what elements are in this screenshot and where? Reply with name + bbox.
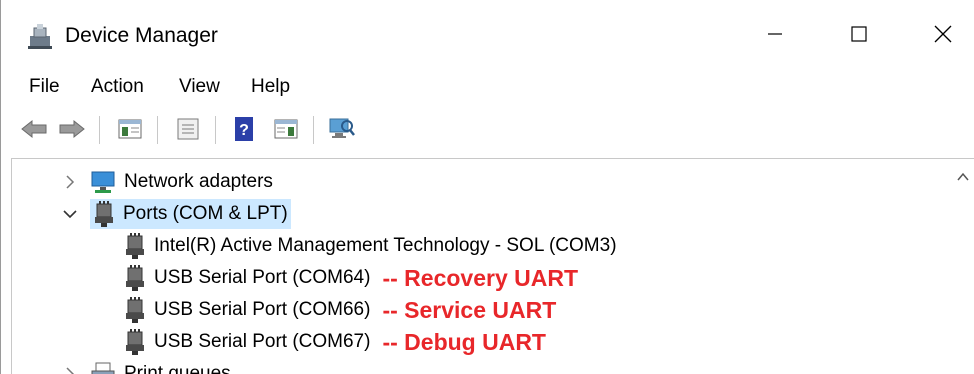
menu-view[interactable]: View: [179, 76, 220, 98]
scan-hardware-button[interactable]: [327, 114, 357, 144]
tree-item-com67[interactable]: USB Serial Port (COM67) -- Debug UART: [124, 327, 546, 357]
svg-text:?: ?: [239, 122, 249, 139]
port-connector-icon: [126, 265, 144, 291]
tree-item-print-queues[interactable]: Print queues: [62, 359, 231, 374]
title-bar[interactable]: Device Manager: [1, 0, 974, 70]
close-icon: [934, 25, 952, 43]
tree-item-ports[interactable]: Ports (COM & LPT): [62, 199, 291, 229]
chevron-right-icon[interactable]: [62, 366, 78, 374]
properties-icon: [177, 118, 199, 140]
annotation-service-uart: -- Service UART: [382, 296, 557, 323]
toolbar-separator: [99, 116, 100, 144]
tree-item-com66[interactable]: USB Serial Port (COM66) -- Service UART: [124, 295, 556, 325]
action-pane-button[interactable]: [271, 114, 301, 144]
port-connector-icon: [126, 329, 144, 355]
toolbar-separator: [215, 116, 216, 144]
printer-icon: [91, 362, 115, 374]
annotation-debug-uart: -- Debug UART: [382, 328, 546, 355]
chevron-down-icon[interactable]: [62, 206, 78, 222]
close-button[interactable]: [917, 16, 969, 52]
tree-item-label: Print queues: [124, 363, 231, 374]
forward-button[interactable]: [57, 114, 87, 144]
menu-file[interactable]: File: [29, 76, 60, 98]
device-manager-app-icon: [28, 24, 52, 49]
back-button[interactable]: [19, 114, 49, 144]
device-tree-pane[interactable]: Network adapters Ports (COM & LPT) Intel…: [11, 158, 974, 374]
port-connector-icon: [95, 201, 113, 227]
back-arrow-icon: [21, 119, 47, 139]
menu-bar: File Action View Help: [1, 70, 974, 106]
device-manager-window: Device Manager File Action View Help ? N…: [0, 0, 974, 374]
help-button[interactable]: ?: [229, 114, 259, 144]
show-hide-console-tree-icon: [118, 119, 142, 139]
tree-item-label: USB Serial Port (COM67): [154, 331, 371, 352]
window-title: Device Manager: [65, 24, 218, 47]
tree-item-com64[interactable]: USB Serial Port (COM64) -- Recovery UART: [124, 263, 578, 293]
tree-item-network-adapters[interactable]: Network adapters: [62, 167, 273, 197]
monitor-scan-icon: [329, 118, 355, 138]
minimize-icon: [768, 33, 782, 35]
tree-item-label: Intel(R) Active Management Technology - …: [154, 235, 617, 256]
tree-item-label-wrap: Ports (COM & LPT): [90, 199, 291, 229]
minimize-button[interactable]: [749, 16, 801, 52]
toolbar: ?: [1, 106, 974, 154]
maximize-icon: [851, 26, 867, 42]
tree-item-label: Network adapters: [124, 171, 273, 192]
help-icon: ?: [235, 117, 253, 141]
port-connector-icon: [126, 297, 144, 323]
menu-help[interactable]: Help: [251, 76, 290, 98]
tree-item-label: USB Serial Port (COM66): [154, 299, 371, 320]
network-adapter-icon: [91, 171, 115, 193]
maximize-button[interactable]: [833, 16, 885, 52]
chevron-right-icon[interactable]: [62, 174, 78, 190]
toolbar-separator: [157, 116, 158, 144]
menu-action[interactable]: Action: [91, 76, 144, 98]
action-pane-icon: [274, 119, 298, 139]
toolbar-separator: [313, 116, 314, 144]
port-connector-icon: [126, 233, 144, 259]
annotation-recovery-uart: -- Recovery UART: [382, 264, 578, 291]
forward-arrow-icon: [59, 119, 85, 139]
scroll-up-arrow-icon[interactable]: [955, 169, 971, 185]
tree-item-intel-amt-sol[interactable]: Intel(R) Active Management Technology - …: [124, 231, 617, 261]
properties-button[interactable]: [173, 114, 203, 144]
tree-item-label: USB Serial Port (COM64): [154, 267, 371, 288]
show-hide-console-tree-button[interactable]: [115, 114, 145, 144]
tree-item-label: Ports (COM & LPT): [123, 203, 288, 224]
